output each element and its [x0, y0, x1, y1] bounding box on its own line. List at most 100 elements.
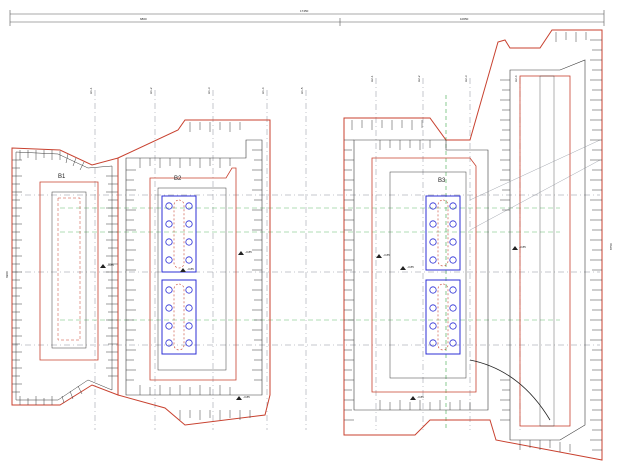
- b1-hatch-bottom: [19, 385, 83, 405]
- pile: [185, 220, 193, 228]
- b3-diag-lines: [469, 139, 601, 231]
- pile: [185, 256, 193, 264]
- b1-label: B1: [58, 174, 66, 180]
- pile: [449, 304, 457, 312]
- elev-marker: -3.85: [180, 267, 194, 272]
- pile: [165, 220, 173, 228]
- pile-cap-b3-lower-core: [437, 283, 449, 351]
- pit-b1: B1 6900: [5, 147, 119, 406]
- pile: [429, 322, 437, 330]
- b3-piles: [429, 202, 457, 347]
- svg-text:-3.85: -3.85: [407, 265, 414, 269]
- pile: [185, 286, 193, 294]
- pile: [185, 202, 193, 210]
- pile: [165, 238, 173, 246]
- pile: [429, 304, 437, 312]
- b3-hatch-top: [351, 32, 587, 150]
- b1-outer-outline: [11, 147, 119, 406]
- segment-dimension-a: 6800: [140, 17, 147, 21]
- svg-text:-3.85: -3.85: [383, 253, 390, 257]
- axis-tag: H2-4: [514, 75, 518, 82]
- pile: [449, 202, 457, 210]
- elev-marker: -3.85: [376, 253, 390, 258]
- b3-hatch-right: [590, 39, 602, 451]
- svg-text:-3.85: -3.85: [107, 263, 114, 267]
- drawing-canvas: 17450 6800 10650 H1-1 H1-2 H1-3 H1-4 H1-…: [5, 9, 613, 461]
- b3-ramp-channel: [539, 75, 555, 427]
- axis-tag: H1-2: [149, 87, 153, 94]
- axis-tags: H1-1 H1-2 H1-3 H1-4 H1-5 H2-1 H2-2 H2-3 …: [89, 75, 518, 94]
- pile: [449, 339, 457, 347]
- pile: [429, 286, 437, 294]
- axis-tag: H1-5: [300, 87, 304, 94]
- pile: [165, 256, 173, 264]
- side-dimension-right: 8750: [609, 243, 613, 250]
- pit-b3: B3 8750: [343, 29, 613, 461]
- b2-hatch-left: [126, 169, 136, 381]
- b2-label: B2: [174, 176, 182, 182]
- svg-text:-3.85: -3.85: [519, 245, 526, 249]
- pit-b2: B2: [117, 119, 271, 426]
- horizontal-axes: [12, 194, 600, 346]
- pile-cap-b2-lower-core: [173, 283, 185, 351]
- b1-inner-outline: [39, 181, 99, 361]
- pile: [449, 286, 457, 294]
- elevation-markers: -3.85 -3.85 -3.85 -3.85 -3.85 -3.85 -3.8…: [100, 245, 526, 400]
- axis-tag: H1-1: [89, 87, 93, 94]
- svg-text:-3.85: -3.85: [187, 267, 194, 271]
- b2-hatch-right: [252, 149, 262, 381]
- svg-text:-3.85: -3.85: [243, 395, 250, 399]
- svg-text:-3.85: -3.85: [245, 250, 252, 254]
- pile: [165, 286, 173, 294]
- b3-label: B3: [438, 178, 446, 184]
- pile: [449, 322, 457, 330]
- pile: [185, 339, 193, 347]
- total-dimension-text: 17450: [300, 9, 309, 13]
- pile: [429, 256, 437, 264]
- b3-inner-red: [371, 157, 477, 393]
- pile-cap-b3-upper-core: [437, 199, 449, 267]
- b3-ramp-outline: [509, 59, 586, 441]
- pile: [449, 238, 457, 246]
- svg-text:-3.85: -3.85: [417, 395, 424, 399]
- pile-cap-b2-upper-core: [173, 199, 185, 269]
- b3-hatch-ramp-left: [500, 79, 510, 421]
- b2-hatch-bottom: [139, 385, 251, 420]
- elev-marker: -3.85: [512, 245, 526, 250]
- green-horizontal-axes: [60, 207, 560, 321]
- pile: [429, 220, 437, 228]
- b1-sump: [57, 197, 81, 341]
- segment-dimension-b: 10650: [460, 17, 469, 21]
- pile-cap-b2-upper: [161, 195, 197, 273]
- b3-ramp-inner: [519, 75, 571, 427]
- pile-cap-b3-upper: [425, 195, 461, 271]
- pile: [449, 256, 457, 264]
- b1-bottom: [51, 191, 87, 349]
- side-dimension-left: 6900: [5, 271, 9, 278]
- pile: [449, 220, 457, 228]
- pile: [185, 304, 193, 312]
- pile: [165, 202, 173, 210]
- elev-marker: -3.85: [238, 250, 252, 255]
- pile: [185, 322, 193, 330]
- elev-marker: -3.85: [400, 265, 414, 270]
- b3-hatch-left: [344, 139, 354, 421]
- axis-tag: H2-2: [417, 75, 421, 82]
- pile: [429, 238, 437, 246]
- pile-cap-b2-lower: [161, 279, 197, 355]
- pile: [185, 238, 193, 246]
- b3-outer-outline: [343, 29, 603, 461]
- b2-piles: [165, 202, 193, 347]
- b2-inner-red: [149, 167, 237, 381]
- axis-tag: H1-3: [207, 87, 211, 94]
- axis-tag: H2-3: [464, 75, 468, 82]
- elev-marker: -3.85: [410, 395, 424, 400]
- axis-tag: H1-4: [261, 87, 265, 94]
- pile: [165, 304, 173, 312]
- b3-ring-outline: [353, 139, 489, 411]
- elev-marker: -3.85: [236, 395, 250, 400]
- grid-axes: [94, 78, 521, 430]
- pile: [165, 322, 173, 330]
- pile: [429, 202, 437, 210]
- axis-tag: H2-1: [370, 75, 374, 82]
